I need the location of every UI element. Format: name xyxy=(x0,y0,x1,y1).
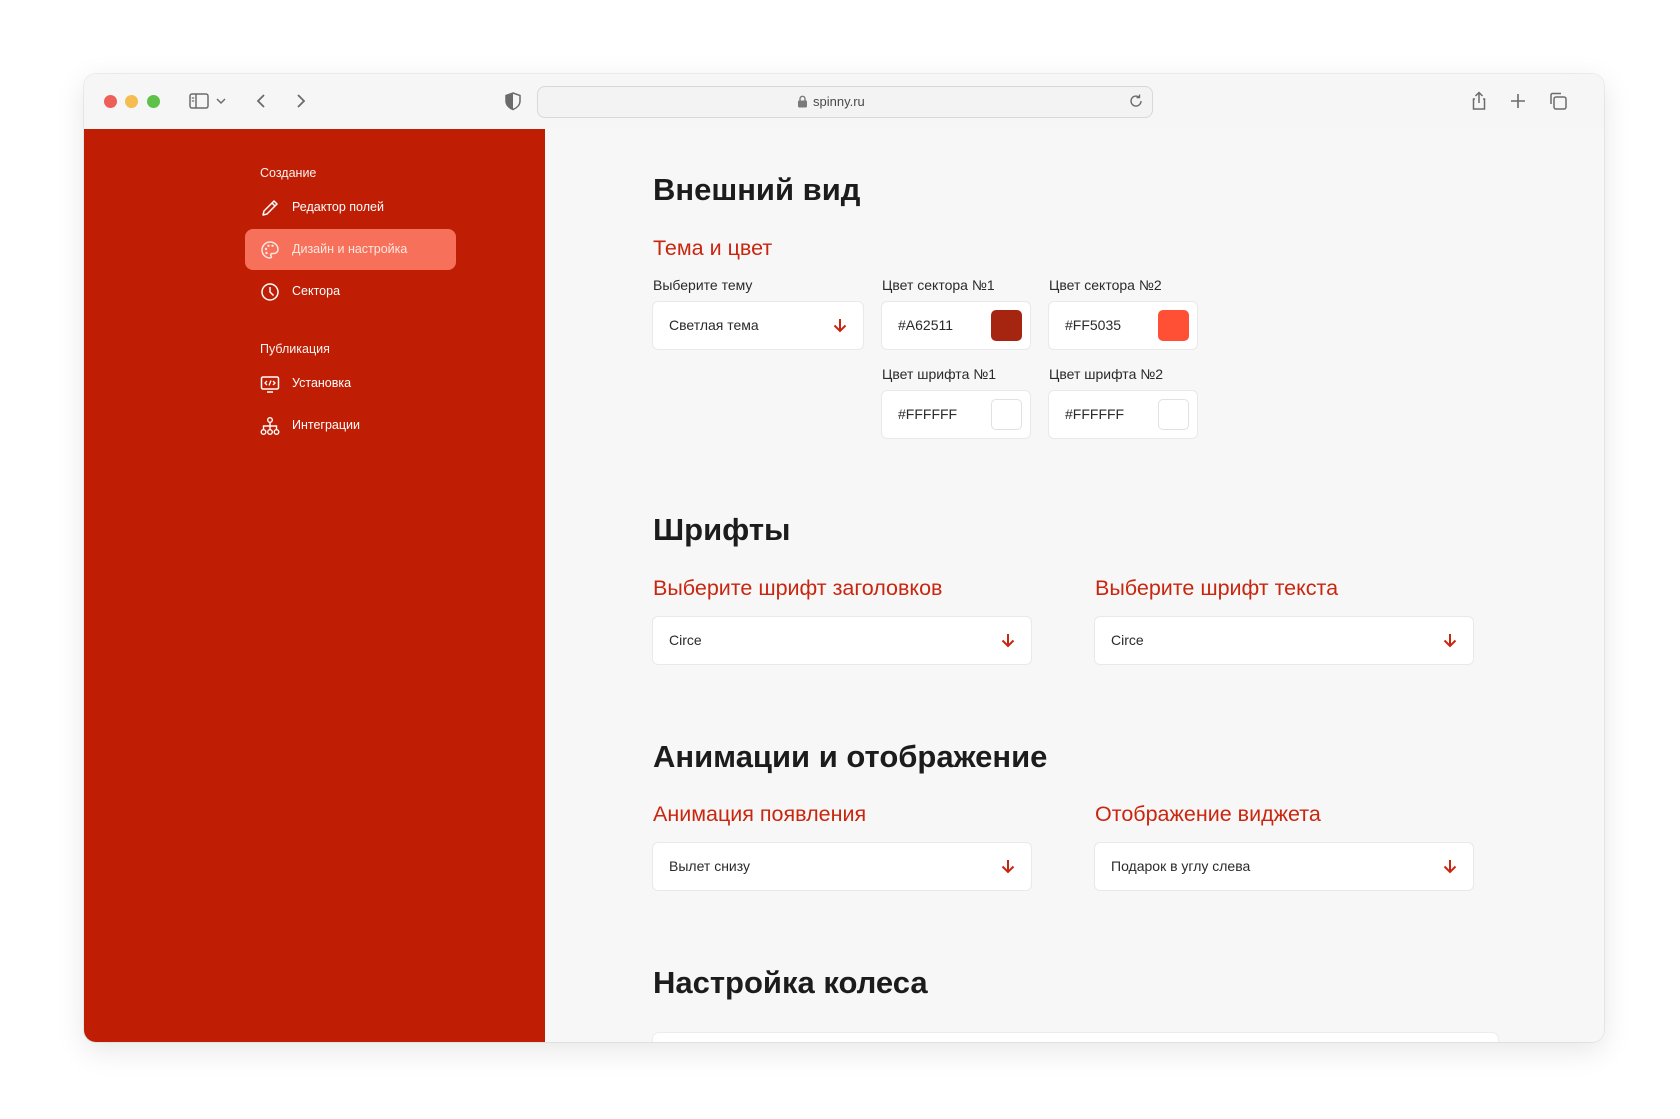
clock-icon xyxy=(259,281,281,303)
wheel-settings-card xyxy=(653,1033,1498,1042)
appear-animation-label: Анимация появления xyxy=(653,802,867,826)
arrow-down-icon xyxy=(999,631,1017,649)
address-bar[interactable]: spinny.ru xyxy=(537,86,1153,118)
browser-window: spinny.ru Создание Редактор полей Дизайн… xyxy=(84,74,1604,1042)
close-window-button[interactable] xyxy=(104,95,117,108)
font1-color-swatch[interactable] xyxy=(991,399,1022,430)
sidebar-section-title-creation: Создание xyxy=(260,166,317,180)
sidebar: Создание Редактор полей Дизайн и настрой… xyxy=(84,129,545,1042)
wheel-settings-title: Настройка колеса xyxy=(653,965,928,1000)
lock-icon xyxy=(797,95,808,113)
sidebar-item-label: Редактор полей xyxy=(292,200,384,214)
arrow-down-icon xyxy=(1441,857,1459,875)
widget-display-select[interactable]: Подарок в углу слева xyxy=(1095,843,1473,890)
sector2-color-label: Цвет сектора №2 xyxy=(1049,277,1162,293)
theme-label: Выберите тему xyxy=(653,277,753,293)
network-icon xyxy=(259,415,281,437)
sidebar-item-integrations[interactable]: Интеграции xyxy=(245,405,456,446)
share-icon[interactable] xyxy=(1468,90,1490,112)
sector1-color-field[interactable]: #A62511 xyxy=(882,302,1030,349)
shield-icon[interactable] xyxy=(502,90,524,112)
sector1-color-swatch[interactable] xyxy=(991,310,1022,341)
font1-color-value: #FFFFFF xyxy=(898,406,958,422)
heading-font-label: Выберите шрифт заголовков xyxy=(653,576,943,600)
code-monitor-icon xyxy=(259,373,281,395)
font2-color-field[interactable]: #FFFFFF xyxy=(1049,391,1197,438)
chevron-down-icon[interactable] xyxy=(214,90,228,112)
maximize-window-button[interactable] xyxy=(147,95,160,108)
font1-color-label: Цвет шрифта №1 xyxy=(882,366,997,382)
theme-color-title: Тема и цвет xyxy=(653,236,773,260)
widget-display-label: Отображение виджета xyxy=(1095,802,1321,826)
animation-title: Анимации и отображение xyxy=(653,739,1048,774)
font2-color-label: Цвет шрифта №2 xyxy=(1049,366,1164,382)
sidebar-item-installation[interactable]: Установка xyxy=(245,363,456,404)
theme-select-value: Светлая тема xyxy=(669,317,759,333)
sidebar-item-label: Дизайн и настройка xyxy=(292,242,408,256)
arrow-down-icon xyxy=(831,316,849,334)
sector1-color-label: Цвет сектора №1 xyxy=(882,277,995,293)
reload-icon[interactable] xyxy=(1128,93,1144,114)
font2-color-value: #FFFFFF xyxy=(1065,406,1125,422)
theme-select[interactable]: Светлая тема xyxy=(653,302,863,349)
font2-color-swatch[interactable] xyxy=(1158,399,1189,430)
text-font-value: Circe xyxy=(1111,632,1144,648)
palette-icon xyxy=(259,239,281,261)
font1-color-field[interactable]: #FFFFFF xyxy=(882,391,1030,438)
appearance-title: Внешний вид xyxy=(653,172,861,207)
appear-animation-select[interactable]: Вылет снизу xyxy=(653,843,1031,890)
heading-font-select[interactable]: Circe xyxy=(653,617,1031,664)
tab-overview-icon[interactable] xyxy=(1547,90,1569,112)
text-font-select[interactable]: Circe xyxy=(1095,617,1473,664)
text-font-label: Выберите шрифт текста xyxy=(1095,576,1339,600)
sidebar-item-design[interactable]: Дизайн и настройка xyxy=(245,229,456,270)
sector2-color-swatch[interactable] xyxy=(1158,310,1189,341)
sidebar-toggle-icon[interactable] xyxy=(188,90,210,112)
sector2-color-value: #FF5035 xyxy=(1065,317,1122,333)
forward-icon[interactable] xyxy=(289,90,311,112)
sidebar-item-sectors[interactable]: Сектора xyxy=(245,271,456,312)
sidebar-item-label: Сектора xyxy=(292,284,341,298)
sector2-color-field[interactable]: #FF5035 xyxy=(1049,302,1197,349)
widget-display-value: Подарок в углу слева xyxy=(1111,858,1251,874)
sidebar-item-field-editor[interactable]: Редактор полей xyxy=(245,187,456,228)
arrow-down-icon xyxy=(999,857,1017,875)
sector1-color-value: #A62511 xyxy=(898,317,954,333)
sidebar-item-label: Установка xyxy=(292,376,352,390)
sidebar-section-title-publication: Публикация xyxy=(260,342,330,356)
browser-toolbar: spinny.ru xyxy=(84,74,1604,129)
back-icon[interactable] xyxy=(251,90,273,112)
fonts-title: Шрифты xyxy=(653,512,791,547)
appear-animation-value: Вылет снизу xyxy=(669,858,751,874)
arrow-down-icon xyxy=(1441,631,1459,649)
pencil-icon xyxy=(259,197,281,219)
heading-font-value: Circe xyxy=(669,632,702,648)
new-tab-icon[interactable] xyxy=(1507,90,1529,112)
minimize-window-button[interactable] xyxy=(125,95,138,108)
sidebar-item-label: Интеграции xyxy=(292,418,361,432)
address-url: spinny.ru xyxy=(813,94,865,109)
main-content: Внешний вид Тема и цвет Выберите тему Св… xyxy=(545,129,1604,1042)
